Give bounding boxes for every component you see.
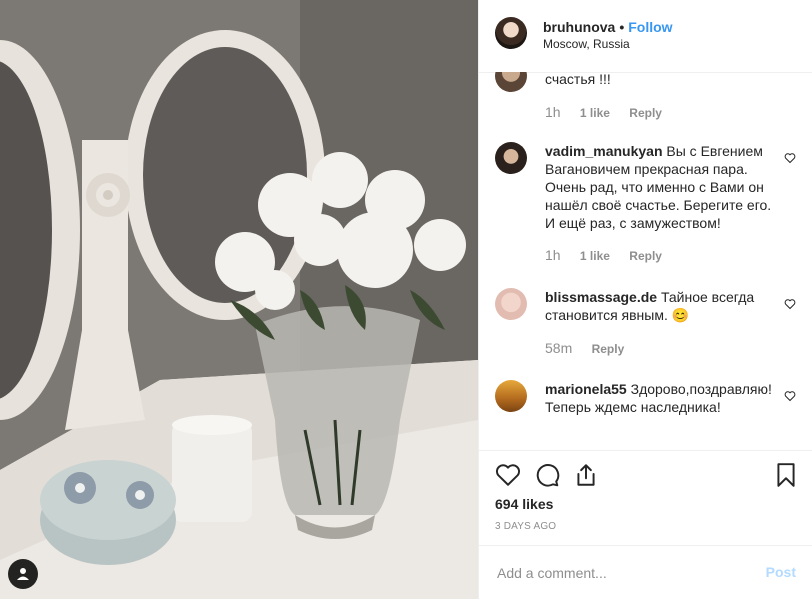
comment-item: счастья !!! 1h 1 like Reply — [495, 72, 796, 120]
comment-time[interactable]: 1h — [545, 247, 561, 263]
comment-input[interactable] — [495, 564, 749, 582]
follow-button[interactable]: Follow — [628, 19, 672, 35]
comment-text: marionela55 Здорово,поздравляю!Теперь жд… — [545, 380, 772, 416]
comment-text: счастья !!! — [545, 72, 611, 87]
reply-button[interactable]: Reply — [629, 106, 662, 120]
commenter-avatar[interactable] — [495, 288, 527, 320]
post-location[interactable]: Moscow, Russia — [543, 37, 630, 51]
comment-text: blissmassage.de Тайное всегда становится… — [545, 288, 772, 324]
comment-time[interactable]: 1h — [545, 104, 561, 120]
like-comment-heart-icon[interactable] — [784, 152, 796, 164]
comment-meta: 1h 1 like Reply — [545, 247, 678, 263]
author-username[interactable]: bruhunova — [543, 19, 615, 35]
commenter-avatar[interactable] — [495, 142, 527, 174]
post-side-panel: bruhunova • Follow Moscow, Russia счастья … — [478, 0, 812, 599]
commenter-avatar[interactable] — [495, 380, 527, 412]
comment-text: vadim_manukyan Вы с Евгением Вагановичем… — [545, 142, 772, 232]
add-comment-bar: Post — [479, 545, 812, 600]
comment-time[interactable]: 58m — [545, 340, 572, 356]
comment-likes[interactable]: 1 like — [580, 249, 610, 263]
like-heart-icon[interactable] — [495, 462, 521, 488]
like-comment-heart-icon[interactable] — [784, 298, 796, 310]
commenter-avatar[interactable] — [495, 72, 527, 92]
reply-button[interactable]: Reply — [592, 342, 625, 356]
comment-username[interactable]: vadim_manukyan — [545, 143, 663, 159]
post-photo[interactable] — [0, 0, 478, 599]
user-tag-icon[interactable] — [8, 559, 38, 589]
photo-illustration — [0, 0, 478, 599]
post-date[interactable]: 3 DAYS AGO — [495, 521, 556, 532]
author-line: bruhunova • Follow — [543, 19, 673, 35]
comment-item: marionela55 Здорово,поздравляю!Теперь жд… — [495, 380, 796, 440]
post-header: bruhunova • Follow Moscow, Russia — [479, 0, 812, 73]
post-actions: 694 likes 3 DAYS AGO — [479, 450, 812, 546]
comment-meta: 58m Reply — [545, 340, 640, 356]
bookmark-icon[interactable] — [773, 462, 799, 488]
comments-list[interactable]: счастья !!! 1h 1 like Reply vadim_manuky… — [479, 72, 812, 450]
comment-item: blissmassage.de Тайное всегда становится… — [495, 288, 796, 363]
comment-item: vadim_manukyan Вы с Евгением Вагановичем… — [495, 142, 796, 272]
comment-bubble-icon[interactable] — [534, 462, 560, 488]
reply-button[interactable]: Reply — [629, 249, 662, 263]
comment-meta: 1h 1 like Reply — [545, 104, 678, 120]
comment-likes[interactable]: 1 like — [580, 106, 610, 120]
separator-dot: • — [619, 19, 625, 35]
comment-username[interactable]: blissmassage.de — [545, 289, 657, 305]
share-icon[interactable] — [573, 462, 599, 488]
instagram-post: bruhunova • Follow Moscow, Russia счастья … — [0, 0, 812, 599]
comment-username[interactable]: marionela55 — [545, 381, 627, 397]
likes-count[interactable]: 694 likes — [495, 496, 553, 512]
post-comment-button[interactable]: Post — [766, 564, 796, 580]
author-avatar[interactable] — [495, 17, 527, 49]
person-icon — [17, 568, 29, 580]
like-comment-heart-icon[interactable] — [784, 390, 796, 402]
